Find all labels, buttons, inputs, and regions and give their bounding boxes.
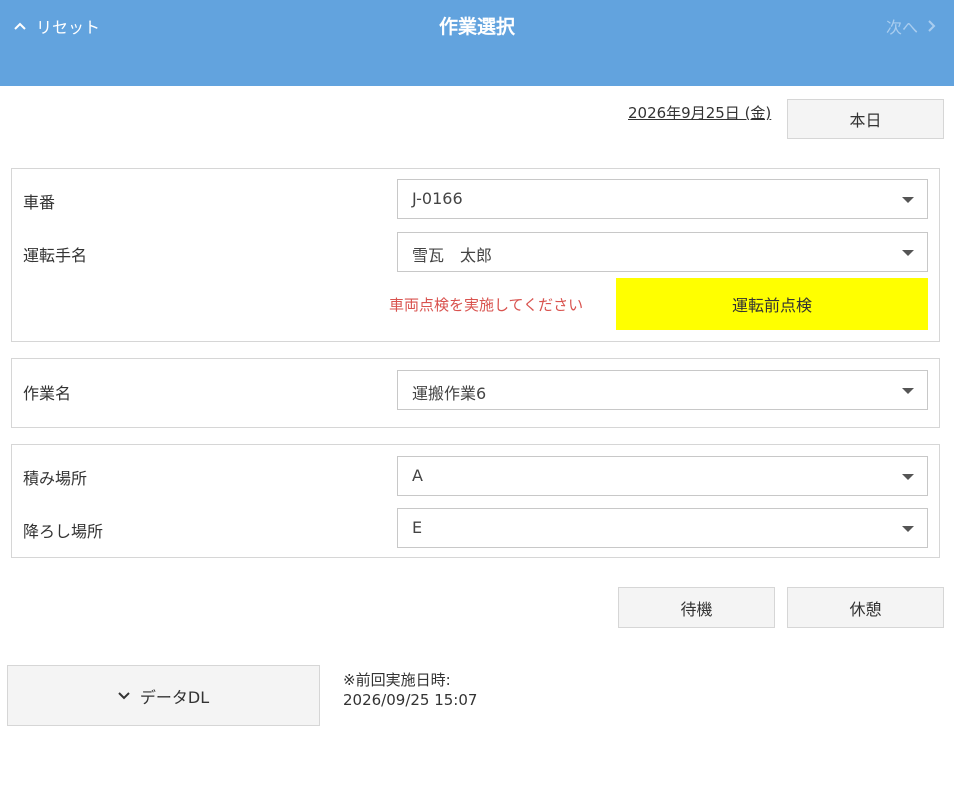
page-title: 作業選択 xyxy=(438,16,515,38)
load-location-select[interactable]: A xyxy=(397,456,928,496)
unload-location-value: E xyxy=(412,518,423,537)
next-label: 次へ xyxy=(885,18,918,37)
inspection-warning: 車両点検を実施してください xyxy=(389,296,584,314)
caret-down-icon xyxy=(902,250,914,256)
work-label: 作業名 xyxy=(23,384,72,403)
caret-down-icon xyxy=(902,526,914,532)
data-download-label: データDL xyxy=(139,687,210,707)
last-run-note: ※前回実施日時: 2026/09/25 15:07 xyxy=(343,670,477,710)
caret-down-icon xyxy=(902,388,914,394)
work-select-value: 運搬作業6 xyxy=(412,384,487,403)
data-download-button[interactable]: データDL xyxy=(7,665,320,726)
caret-down-icon xyxy=(902,474,914,480)
work-select[interactable]: 運搬作業6 xyxy=(397,370,928,410)
date-link[interactable]: 2026年9月25日 (金) xyxy=(628,102,771,123)
chevron-right-icon xyxy=(928,20,936,32)
unload-location-select[interactable]: E xyxy=(397,508,928,548)
vehicle-label: 車番 xyxy=(23,193,56,212)
last-run-label: ※前回実施日時: xyxy=(343,671,451,689)
vehicle-select[interactable]: J-0166 xyxy=(397,179,928,219)
vehicle-select-value: J-0166 xyxy=(412,189,463,208)
standby-button[interactable]: 待機 xyxy=(618,587,775,628)
rest-button[interactable]: 休憩 xyxy=(787,587,944,628)
driver-select-value: 雪瓦 太郎 xyxy=(412,246,493,265)
unload-location-label: 降ろし場所 xyxy=(23,522,104,541)
app-header: リセット 作業選択 次へ xyxy=(0,0,954,86)
caret-down-icon xyxy=(902,197,914,203)
driver-label: 運転手名 xyxy=(23,246,88,265)
load-location-value: A xyxy=(412,466,423,485)
pre-drive-inspection-button[interactable]: 運転前点検 xyxy=(616,278,928,330)
load-location-label: 積み場所 xyxy=(23,469,88,488)
chevron-down-icon xyxy=(118,691,130,699)
today-button[interactable]: 本日 xyxy=(787,99,944,139)
last-run-value: 2026/09/25 15:07 xyxy=(343,691,478,709)
driver-select[interactable]: 雪瓦 太郎 xyxy=(397,232,928,272)
next-button[interactable]: 次へ xyxy=(886,14,936,38)
